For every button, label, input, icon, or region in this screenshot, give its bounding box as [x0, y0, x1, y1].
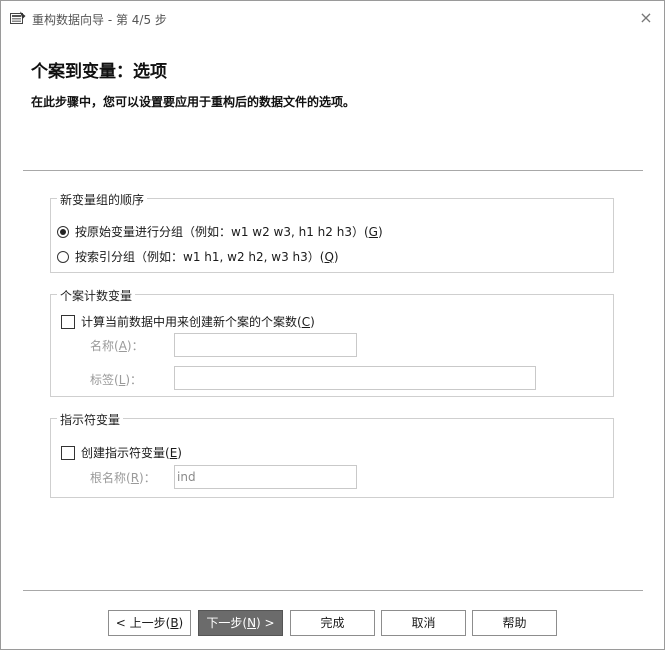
radio-label: 按索引分组（例如：w1 h1, w2 h2, w3 h3）(: [75, 250, 325, 264]
radio-selected-icon[interactable]: [57, 225, 69, 238]
indicator-legend: 指示符变量: [57, 411, 124, 428]
radio-label: 按原始变量进行分组（例如：w1 w2 w3, h1 h2 h3）(: [75, 225, 369, 239]
create-indicator-checkbox-row[interactable]: 创建指示符变量(E): [61, 444, 182, 461]
footer-divider: [23, 590, 643, 591]
title-bar: 重构数据向导 - 第 4/5 步 ×: [1, 1, 664, 35]
tag-label-tail: )：: [125, 373, 143, 387]
back-label: < 上一步(: [115, 616, 171, 630]
next-label: 下一步(: [206, 616, 248, 630]
count-cases-label: 计算当前数据中用来创建新个案的个案数(: [81, 315, 302, 329]
close-icon: ×: [639, 8, 653, 27]
tag-label-text: 标签(: [90, 373, 119, 387]
name-label-text: 名称(: [90, 339, 119, 353]
next-accesskey: N: [247, 616, 257, 630]
root-label-accesskey: R: [130, 471, 140, 485]
radio-accesskey: Q: [324, 249, 334, 264]
radio-label-tail: ): [377, 224, 383, 239]
window-title: 重构数据向导 - 第 4/5 步: [32, 13, 167, 27]
create-indicator-label: 创建指示符变量(: [81, 446, 170, 460]
radio-accesskey: G: [368, 224, 378, 239]
root-name-field-label: 根名称(R)：: [90, 469, 156, 486]
next-label-tail: ) >: [256, 616, 275, 630]
wizard-window: 重构数据向导 - 第 4/5 步 × 个案到变量：选项 在此步骤中，您可以设置要…: [0, 0, 665, 650]
header-divider: [23, 170, 643, 171]
label-field-label: 标签(L)：: [90, 371, 142, 388]
name-field-label: 名称(A)：: [90, 337, 144, 354]
count-cases-checkbox-row[interactable]: 计算当前数据中用来创建新个案的个案数(C): [61, 313, 315, 330]
create-indicator-checkbox[interactable]: [61, 445, 75, 460]
radio-group-by-original[interactable]: 按原始变量进行分组（例如：w1 w2 w3, h1 h2 h3）(G): [57, 223, 383, 240]
name-label-tail: )：: [126, 339, 144, 353]
count-name-input[interactable]: [174, 333, 357, 357]
back-accesskey: B: [170, 616, 179, 630]
create-indicator-accesskey: E: [169, 445, 178, 460]
name-label-accesskey: A: [118, 339, 127, 353]
radio-group-by-index[interactable]: 按索引分组（例如：w1 h1, w2 h2, w3 h3）(Q): [57, 248, 339, 265]
app-icon: [10, 11, 26, 24]
create-indicator-label-tail: ): [177, 445, 182, 460]
radio-unselected-icon[interactable]: [57, 250, 69, 263]
root-label-tail: )：: [139, 471, 156, 485]
count-cases-accesskey: C: [301, 314, 311, 329]
help-button[interactable]: 帮助: [472, 610, 557, 636]
variable-order-legend: 新变量组的顺序: [57, 191, 148, 208]
count-cases-checkbox[interactable]: [61, 314, 75, 329]
finish-button[interactable]: 完成: [290, 610, 375, 636]
back-label-tail: ): [178, 616, 184, 630]
close-button[interactable]: ×: [633, 7, 659, 29]
root-label-text: 根名称(: [90, 471, 131, 485]
cancel-button[interactable]: 取消: [381, 610, 466, 636]
count-label-input[interactable]: [174, 366, 536, 390]
page-subtitle: 在此步骤中，您可以设置要应用于重构后的数据文件的选项。: [31, 95, 356, 109]
page-title: 个案到变量：选项: [31, 62, 167, 82]
next-button[interactable]: 下一步(N) >: [198, 610, 283, 636]
root-name-input[interactable]: ind: [174, 465, 357, 489]
count-cases-label-tail: ): [310, 314, 315, 329]
case-count-legend: 个案计数变量: [57, 287, 136, 304]
back-button[interactable]: < 上一步(B): [108, 610, 191, 636]
radio-label-tail: ): [333, 249, 339, 264]
